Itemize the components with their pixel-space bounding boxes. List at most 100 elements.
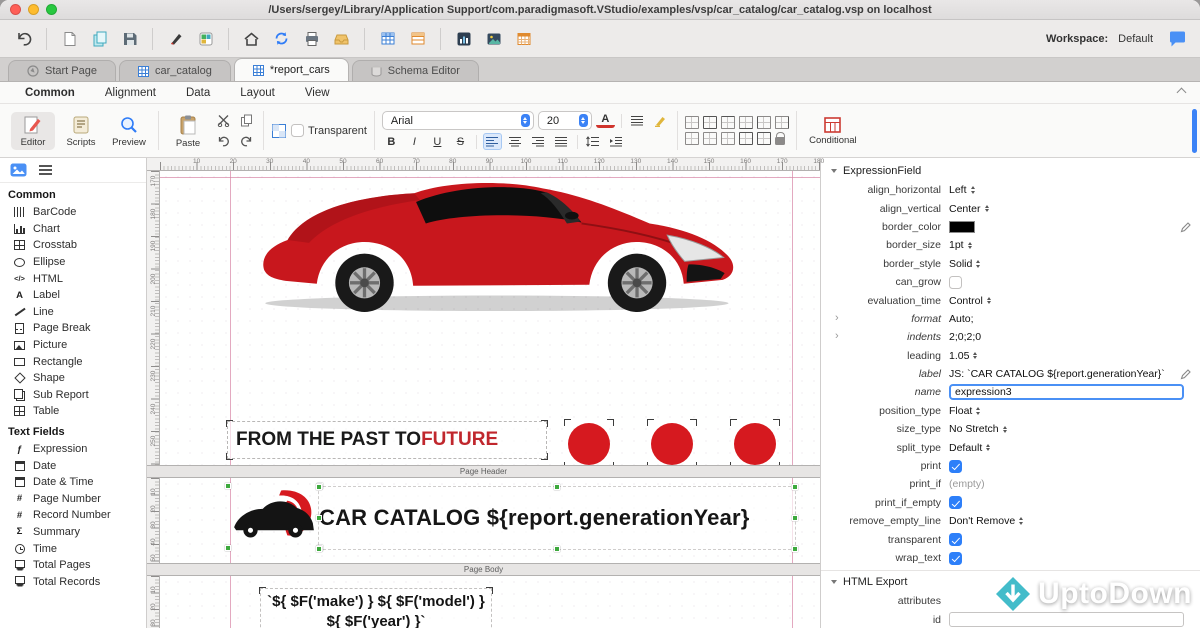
tab-schema-editor[interactable]: Schema Editor [352, 60, 479, 81]
print-checkbox[interactable] [949, 460, 962, 473]
sidebar-item-record-number[interactable]: #Record Number [0, 507, 146, 524]
tab-report-cars[interactable]: *report_cars [234, 58, 349, 81]
sidebar-item-total-records[interactable]: Total Records [0, 573, 146, 590]
id-input[interactable] [949, 612, 1184, 627]
underline-button[interactable]: U [428, 133, 447, 150]
sidebar-item-total-pages[interactable]: Total Pages [0, 557, 146, 574]
menu-item-view[interactable]: View [290, 87, 345, 99]
red-circle-shape-1[interactable] [566, 421, 612, 465]
align-horizontal-select[interactable]: Left [949, 184, 975, 196]
evaluation-time-select[interactable]: Control [949, 295, 991, 307]
remove-empty-line-select[interactable]: Don't Remove [949, 515, 1023, 527]
line-spacing-button[interactable] [584, 133, 603, 150]
sidebar-item-picture[interactable]: Picture [0, 337, 146, 354]
sidebar-item-crosstab[interactable]: Crosstab [0, 237, 146, 254]
editor-mode-button[interactable]: Editor [11, 112, 55, 150]
sidebar-item-sub-report[interactable]: Sub Report [0, 387, 146, 404]
bold-button[interactable]: B [382, 133, 401, 150]
duplicate-button[interactable] [86, 25, 113, 52]
insert-picture-button[interactable] [480, 25, 507, 52]
collapse-ribbon-chevron-icon[interactable] [1177, 86, 1186, 95]
undo-button[interactable] [10, 25, 37, 52]
detail-expression-field[interactable]: `${ $F('make') } ${ $F('model') } ${ $F(… [260, 588, 492, 628]
sidebar-item-table[interactable]: Table [0, 403, 146, 420]
transparent-prop-checkbox[interactable] [949, 533, 962, 546]
print-if-empty-checkbox[interactable] [949, 496, 962, 509]
edit-label-icon[interactable] [1180, 368, 1193, 381]
name-input[interactable] [949, 384, 1184, 400]
position-type-select[interactable]: Float [949, 405, 980, 417]
border-thick-icon[interactable] [757, 132, 771, 145]
border-left-icon[interactable] [757, 116, 771, 129]
new-document-button[interactable] [56, 25, 83, 52]
border-size-select[interactable]: 1pt [949, 239, 972, 251]
html-export-section-header[interactable]: HTML Export [821, 570, 1200, 592]
insert-chart-button[interactable] [450, 25, 477, 52]
tab-car-catalog[interactable]: car_catalog [119, 60, 231, 81]
sidebar-item-rectangle[interactable]: Rectangle [0, 353, 146, 370]
ribbon-scrollbar[interactable] [1192, 109, 1197, 153]
sidebar-item-shape[interactable]: Shape [0, 370, 146, 387]
menu-item-data[interactable]: Data [171, 87, 225, 99]
menu-item-layout[interactable]: Layout [225, 87, 290, 99]
wrap-text-checkbox[interactable] [949, 552, 962, 565]
home-button[interactable] [238, 25, 265, 52]
align-center-button[interactable] [506, 133, 525, 150]
page-body-area[interactable]: CAR CATALOG ${report.generationYear} [160, 478, 820, 563]
section-bar-page-body[interactable]: Page Body [147, 563, 820, 576]
sidebar-item-label[interactable]: ALabel [0, 287, 146, 304]
menu-hamburger-icon[interactable] [39, 165, 52, 167]
border-vertical-icon[interactable] [721, 132, 735, 145]
title-expression-field[interactable]: CAR CATALOG ${report.generationYear} [318, 486, 796, 550]
logo-image[interactable] [228, 486, 320, 548]
border-top-icon[interactable] [721, 116, 735, 129]
can-grow-checkbox[interactable] [949, 276, 962, 289]
expand-format-chevron[interactable]: › [835, 312, 839, 324]
sidebar-item-page-break[interactable]: Page Break [0, 320, 146, 337]
export-button[interactable] [328, 25, 355, 52]
indents-value[interactable]: 2;0;2;0 [949, 331, 981, 343]
sidebar-item-summary[interactable]: ΣSummary [0, 524, 146, 541]
label-value[interactable]: JS: `CAR CATALOG ${report.generationYear… [949, 368, 1165, 380]
minimize-window-button[interactable] [28, 4, 39, 15]
font-size-select[interactable]: 20 [538, 111, 592, 130]
align-right-button[interactable] [529, 133, 548, 150]
font-color-button[interactable]: A [596, 113, 615, 128]
font-family-select[interactable]: Arial [382, 111, 534, 130]
menu-item-alignment[interactable]: Alignment [90, 87, 171, 99]
size-type-select[interactable]: No Stretch [949, 423, 1007, 435]
cut-button[interactable] [214, 112, 233, 129]
indent-button[interactable] [607, 133, 626, 150]
tab-start-page[interactable]: Start Page [8, 60, 116, 81]
section-bar-page-header[interactable]: Page Header [147, 465, 820, 478]
border-right-icon[interactable] [775, 116, 789, 129]
zoom-window-button[interactable] [46, 4, 57, 15]
lock-icon[interactable] [775, 137, 785, 145]
car-image[interactable] [248, 171, 736, 313]
close-window-button[interactable] [10, 4, 21, 15]
paste-button[interactable]: Paste [166, 111, 210, 151]
workspace-value[interactable]: Default [1118, 33, 1153, 45]
conditional-button[interactable]: Conditional [804, 114, 862, 148]
color-settings-button[interactable] [192, 25, 219, 52]
preview-mode-button[interactable]: Preview [107, 112, 151, 150]
align-vertical-select[interactable]: Center [949, 203, 989, 215]
save-button[interactable] [116, 25, 143, 52]
sidebar-item-date-time[interactable]: Date & Time [0, 474, 146, 491]
sidebar-item-page-number[interactable]: #Page Number [0, 491, 146, 508]
sidebar-item-expression[interactable]: ƒExpression [0, 441, 146, 458]
print-button[interactable] [298, 25, 325, 52]
page-header-area[interactable]: FROM THE PAST TO FUTURE [160, 171, 820, 465]
sidebar-item-chart[interactable]: Chart [0, 221, 146, 238]
border-inner-icon[interactable] [685, 132, 699, 145]
scripts-mode-button[interactable]: Scripts [59, 112, 103, 150]
split-type-select[interactable]: Default [949, 442, 990, 454]
expand-indents-chevron[interactable]: › [835, 330, 839, 342]
border-style-select[interactable]: Solid [949, 258, 980, 270]
italic-button[interactable]: I [405, 133, 424, 150]
pen-tool-button[interactable] [162, 25, 189, 52]
leading-select[interactable]: 1.05 [949, 350, 977, 362]
transparent-checkbox[interactable] [291, 124, 304, 137]
edit-border-color-icon[interactable] [1180, 221, 1193, 234]
sidebar-item-line[interactable]: Line [0, 304, 146, 321]
